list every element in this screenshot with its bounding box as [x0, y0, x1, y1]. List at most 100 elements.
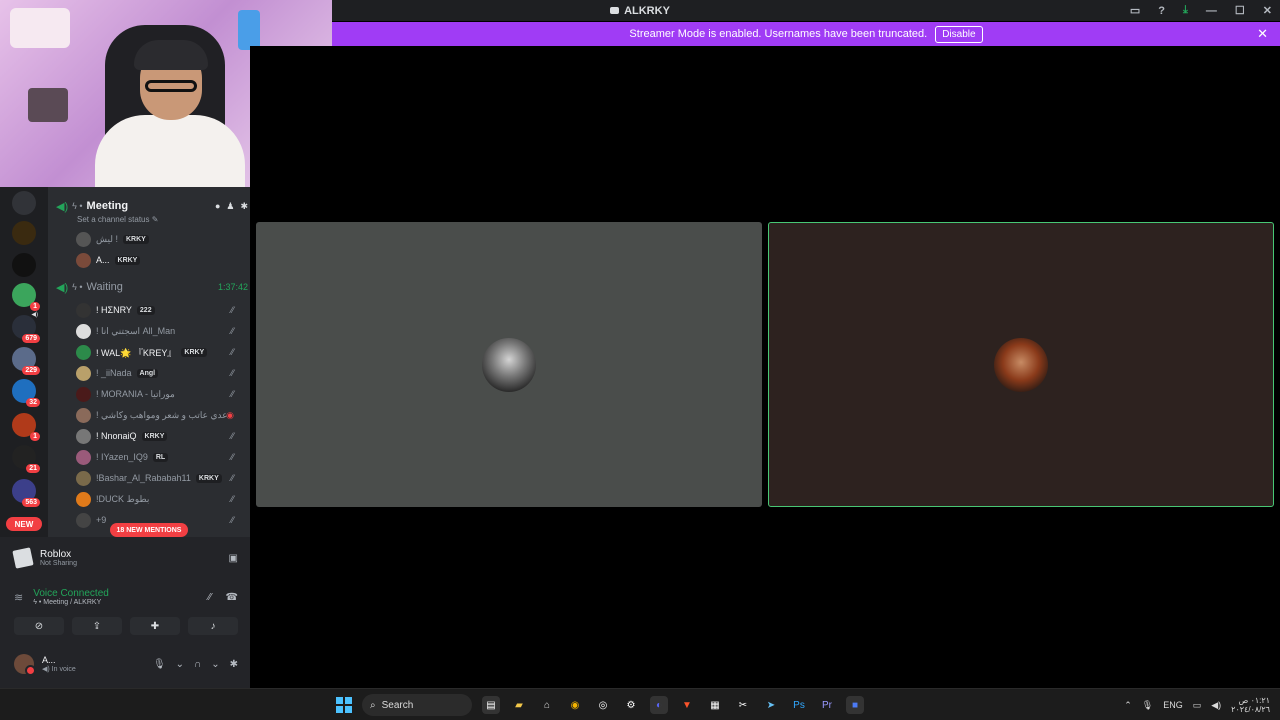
brave-icon[interactable]: ▼ [678, 696, 696, 714]
new-mentions-pill[interactable]: 18 NEW MENTIONS [110, 523, 188, 537]
new-servers-pill[interactable]: NEW [6, 517, 42, 531]
chevron-down-icon[interactable]: ⌄ [176, 659, 184, 670]
avatar[interactable] [14, 654, 36, 676]
voice-user[interactable]: A... KRKY [76, 251, 240, 269]
speaker-icon: ◀) [56, 200, 69, 213]
avatar [76, 365, 91, 381]
activities-button[interactable]: ✚ [130, 617, 180, 635]
muted-icon: ⁄⁄ [230, 494, 234, 504]
voice-user[interactable]: ! HΣNRY 222 ⁄⁄ [76, 301, 240, 319]
steam-app-icon[interactable]: ➤ [762, 696, 780, 714]
voice-user[interactable]: ! MORANIA - موراتيا ⁄⁄ [76, 385, 240, 403]
voice-user[interactable]: ! عدي عاتب و شعر ومواهب وكاشي ◉ [76, 406, 240, 424]
share-screen-icon[interactable]: ▣ [229, 553, 238, 564]
avatar [76, 344, 91, 360]
voice-channel-meeting[interactable]: ◀) ϟ • Meeting ● ♟ ✱ [56, 198, 248, 214]
user-status: ◀) In voice [42, 666, 76, 673]
voice-user[interactable]: ! WAL🌟 『KREY』 KRKY ⁄⁄ [76, 343, 240, 361]
obs-icon[interactable]: ◎ [594, 696, 612, 714]
streamer-body [95, 115, 245, 187]
voice-user[interactable]: ! NnonaiQ KRKY ⁄⁄ [76, 427, 240, 445]
network-icon[interactable]: ▭ [1193, 700, 1202, 711]
window-title-text: ALKRKY [624, 4, 670, 17]
avatar [76, 302, 91, 318]
download-icon[interactable]: ⤓ [1183, 4, 1188, 17]
voice-user[interactable]: !DUCK بطوط ⁄⁄ [76, 490, 240, 508]
channel-status[interactable]: Set a channel status ✎ [77, 215, 158, 224]
user-panel: Roblox Not Sharing ▣ ≋ Voice Connected ϟ… [0, 537, 250, 688]
avatar [76, 252, 91, 268]
steam-icon[interactable]: ⚙ [622, 696, 640, 714]
mic-tray-icon[interactable]: 🎙 [1142, 700, 1153, 711]
voice-user[interactable]: ! اسجتني انا All_Man ⁄⁄ [76, 322, 240, 340]
file-explorer-icon[interactable]: ▰ [510, 696, 528, 714]
camera-button[interactable]: ⊘ [14, 617, 64, 635]
screen-share-button[interactable]: ⇪ [72, 617, 122, 635]
roblox-taskbar-icon[interactable]: ■ [846, 696, 864, 714]
voice-user[interactable]: !Bashar_Al_Rababah11 KRKY ⁄⁄ [76, 469, 240, 487]
server-icon[interactable]: ◀) 679 [12, 312, 40, 343]
streamer-mode-banner: Streamer Mode is enabled. Usernames have… [332, 22, 1280, 46]
participant-tile-speaking[interactable] [768, 222, 1274, 507]
taskbar-search[interactable]: ⌕ Search [362, 694, 472, 716]
headphones-icon[interactable]: ∩ [194, 659, 201, 670]
server-icon[interactable] [12, 191, 36, 215]
voice-channel-waiting[interactable]: ◀) ϟ • Waiting 1:37:42 [56, 279, 248, 295]
maximize-icon[interactable]: ☐ [1235, 4, 1245, 17]
windows-start-icon[interactable] [336, 697, 352, 713]
server-icon[interactable] [12, 253, 36, 277]
streamer-glasses [145, 80, 197, 92]
close-banner-icon[interactable]: ✕ [1257, 26, 1268, 42]
capcut-icon[interactable]: ✂ [734, 696, 752, 714]
chevron-down-icon[interactable]: ⌄ [211, 659, 219, 670]
chevron-up-icon[interactable]: ⌃ [1124, 700, 1132, 711]
channel-name: Meeting [86, 200, 129, 212]
muted-icon: ⁄⁄ [230, 431, 234, 441]
premiere-icon[interactable]: Pr [818, 696, 836, 714]
chrome-icon[interactable]: ◉ [566, 696, 584, 714]
voice-user[interactable]: ! IYazen_IQ9 RL ⁄⁄ [76, 448, 240, 466]
avatar [76, 428, 91, 444]
disable-streamer-button[interactable]: Disable [935, 25, 983, 43]
close-window-icon[interactable]: ✕ [1263, 4, 1272, 17]
server-icon[interactable]: 229 [12, 347, 40, 375]
help-icon[interactable]: ? [1158, 5, 1165, 17]
discord-logo-icon [610, 7, 620, 14]
settings-icon[interactable]: ✱ [230, 659, 238, 670]
discord-app: ALKRKY ▭ ? ⤓ — ☐ ✕ Streamer Mode is enab… [0, 0, 1280, 688]
invite-icon[interactable]: ♟ [226, 201, 234, 212]
photoshop-icon[interactable]: Ps [790, 696, 808, 714]
soundboard-button[interactable]: ♪ [188, 617, 238, 635]
task-view-icon[interactable]: ▤ [482, 696, 500, 714]
server-icon[interactable] [12, 221, 36, 245]
server-icon[interactable]: 32 [12, 379, 40, 407]
clock[interactable]: ٠١:٢١ ص ٢٠٢٤/٠٨/٢٦ [1231, 696, 1270, 714]
disconnect-icon[interactable]: ☎ [226, 592, 238, 603]
voice-status-title[interactable]: Voice Connected [33, 588, 109, 599]
store-icon[interactable]: ⌂ [538, 696, 556, 714]
activity-card: Roblox Not Sharing ▣ [12, 545, 238, 571]
chat-icon[interactable]: ● [215, 201, 220, 212]
signal-icon[interactable]: ≋ [14, 591, 23, 604]
system-tray: ⌃ 🎙 ENG ▭ ◀) ٠١:٢١ ص ٢٠٢٤/٠٨/٢٦ [1124, 693, 1270, 717]
server-icon[interactable]: 563 [12, 479, 40, 507]
settings-icon[interactable]: ✱ [240, 201, 248, 212]
voice-user[interactable]: ! _iiNada Angl ⁄⁄ [76, 364, 240, 382]
volume-icon[interactable]: ◀) [1211, 700, 1221, 711]
avatar [76, 407, 91, 423]
language-indicator[interactable]: ENG [1163, 700, 1183, 710]
voice-user[interactable]: ليش ! KRKY [76, 230, 240, 248]
bolt-icon: ϟ • [72, 201, 83, 211]
inbox-icon[interactable]: ▭ [1130, 4, 1140, 17]
deafened-icon: ◉ [226, 410, 234, 420]
participant-tile[interactable] [256, 222, 762, 507]
voice-status-subtitle[interactable]: ϟ • Meeting / ALKRKY [33, 599, 109, 606]
server-icon[interactable]: 1 [12, 283, 40, 311]
server-icon[interactable]: 1 [12, 413, 40, 441]
noise-suppression-icon[interactable]: ⁄⁄ [208, 592, 211, 603]
server-icon[interactable]: 21 [12, 445, 40, 473]
minimize-icon[interactable]: — [1206, 5, 1217, 17]
mic-icon[interactable]: 🎙 [153, 659, 166, 670]
discord-icon[interactable]: ◐ [650, 696, 668, 714]
app-icon[interactable]: ▦ [706, 696, 724, 714]
